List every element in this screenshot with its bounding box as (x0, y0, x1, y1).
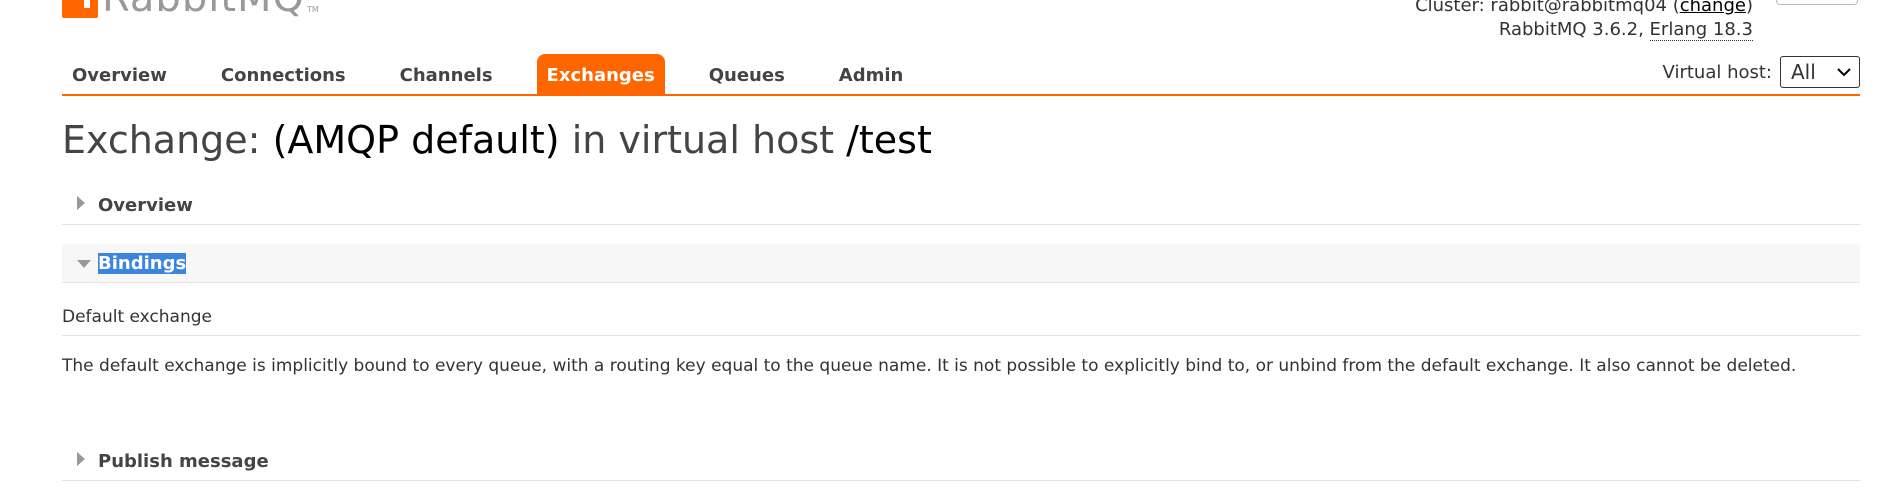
nav-tabs: Overview Connections Channels Exchanges … (62, 54, 947, 94)
cluster-row: Cluster: rabbit@rabbitmq04 (change) (1415, 0, 1753, 18)
section-overview-header[interactable]: Overview (62, 186, 1860, 225)
logo-tm: TM (307, 5, 319, 14)
section-overview-label: Overview (98, 194, 193, 216)
tab-admin[interactable]: Admin (829, 54, 914, 94)
change-cluster-link[interactable]: change (1680, 0, 1746, 16)
vhost-label: Virtual host: (1662, 61, 1772, 83)
vhost-name: /test (846, 118, 932, 162)
logo-text: RabbitMQ (102, 0, 305, 18)
triangle-right-icon (76, 195, 98, 215)
vhost-selector: Virtual host: All (1663, 56, 1860, 88)
erlang-version: Erlang 18.3 (1649, 19, 1753, 41)
logo-mark-icon (62, 0, 98, 18)
cluster-prefix: Cluster: (1415, 0, 1491, 16)
vhost-select[interactable]: All (1780, 56, 1860, 88)
chevron-down-icon (1837, 68, 1851, 77)
tab-exchanges[interactable]: Exchanges (536, 54, 665, 94)
cluster-name: rabbit@rabbitmq04 (1490, 0, 1667, 16)
title-prefix: Exchange: (62, 118, 273, 162)
user-box (1776, 0, 1858, 5)
rabbitmq-logo: RabbitMQ TM (62, 0, 319, 18)
tab-overview[interactable]: Overview (62, 54, 177, 94)
title-middle: in virtual host (559, 118, 847, 162)
version-text: RabbitMQ 3.6.2, (1498, 19, 1650, 40)
triangle-right-icon (76, 451, 98, 471)
tab-connections[interactable]: Connections (211, 54, 356, 94)
section-publish-header[interactable]: Publish message (62, 442, 1860, 481)
bindings-subheading: Default exchange (62, 307, 1860, 336)
exchange-name: (AMQP default) (272, 118, 560, 162)
page-title: Exchange: (AMQP default) in virtual host… (62, 118, 932, 162)
tab-channels[interactable]: Channels (390, 54, 503, 94)
vhost-selected-value: All (1791, 60, 1816, 84)
cluster-info: Cluster: rabbit@rabbitmq04 (change) Rabb… (1415, 0, 1753, 42)
version-row: RabbitMQ 3.6.2, Erlang 18.3 (1415, 18, 1753, 42)
main-nav: Overview Connections Channels Exchanges … (62, 52, 1860, 96)
tab-queues[interactable]: Queues (699, 54, 795, 94)
triangle-down-icon (76, 254, 98, 273)
bindings-description: The default exchange is implicitly bound… (62, 356, 1797, 376)
section-bindings-label: Bindings (98, 252, 187, 274)
section-publish-label: Publish message (98, 450, 269, 472)
section-bindings-header[interactable]: Bindings (62, 244, 1860, 283)
